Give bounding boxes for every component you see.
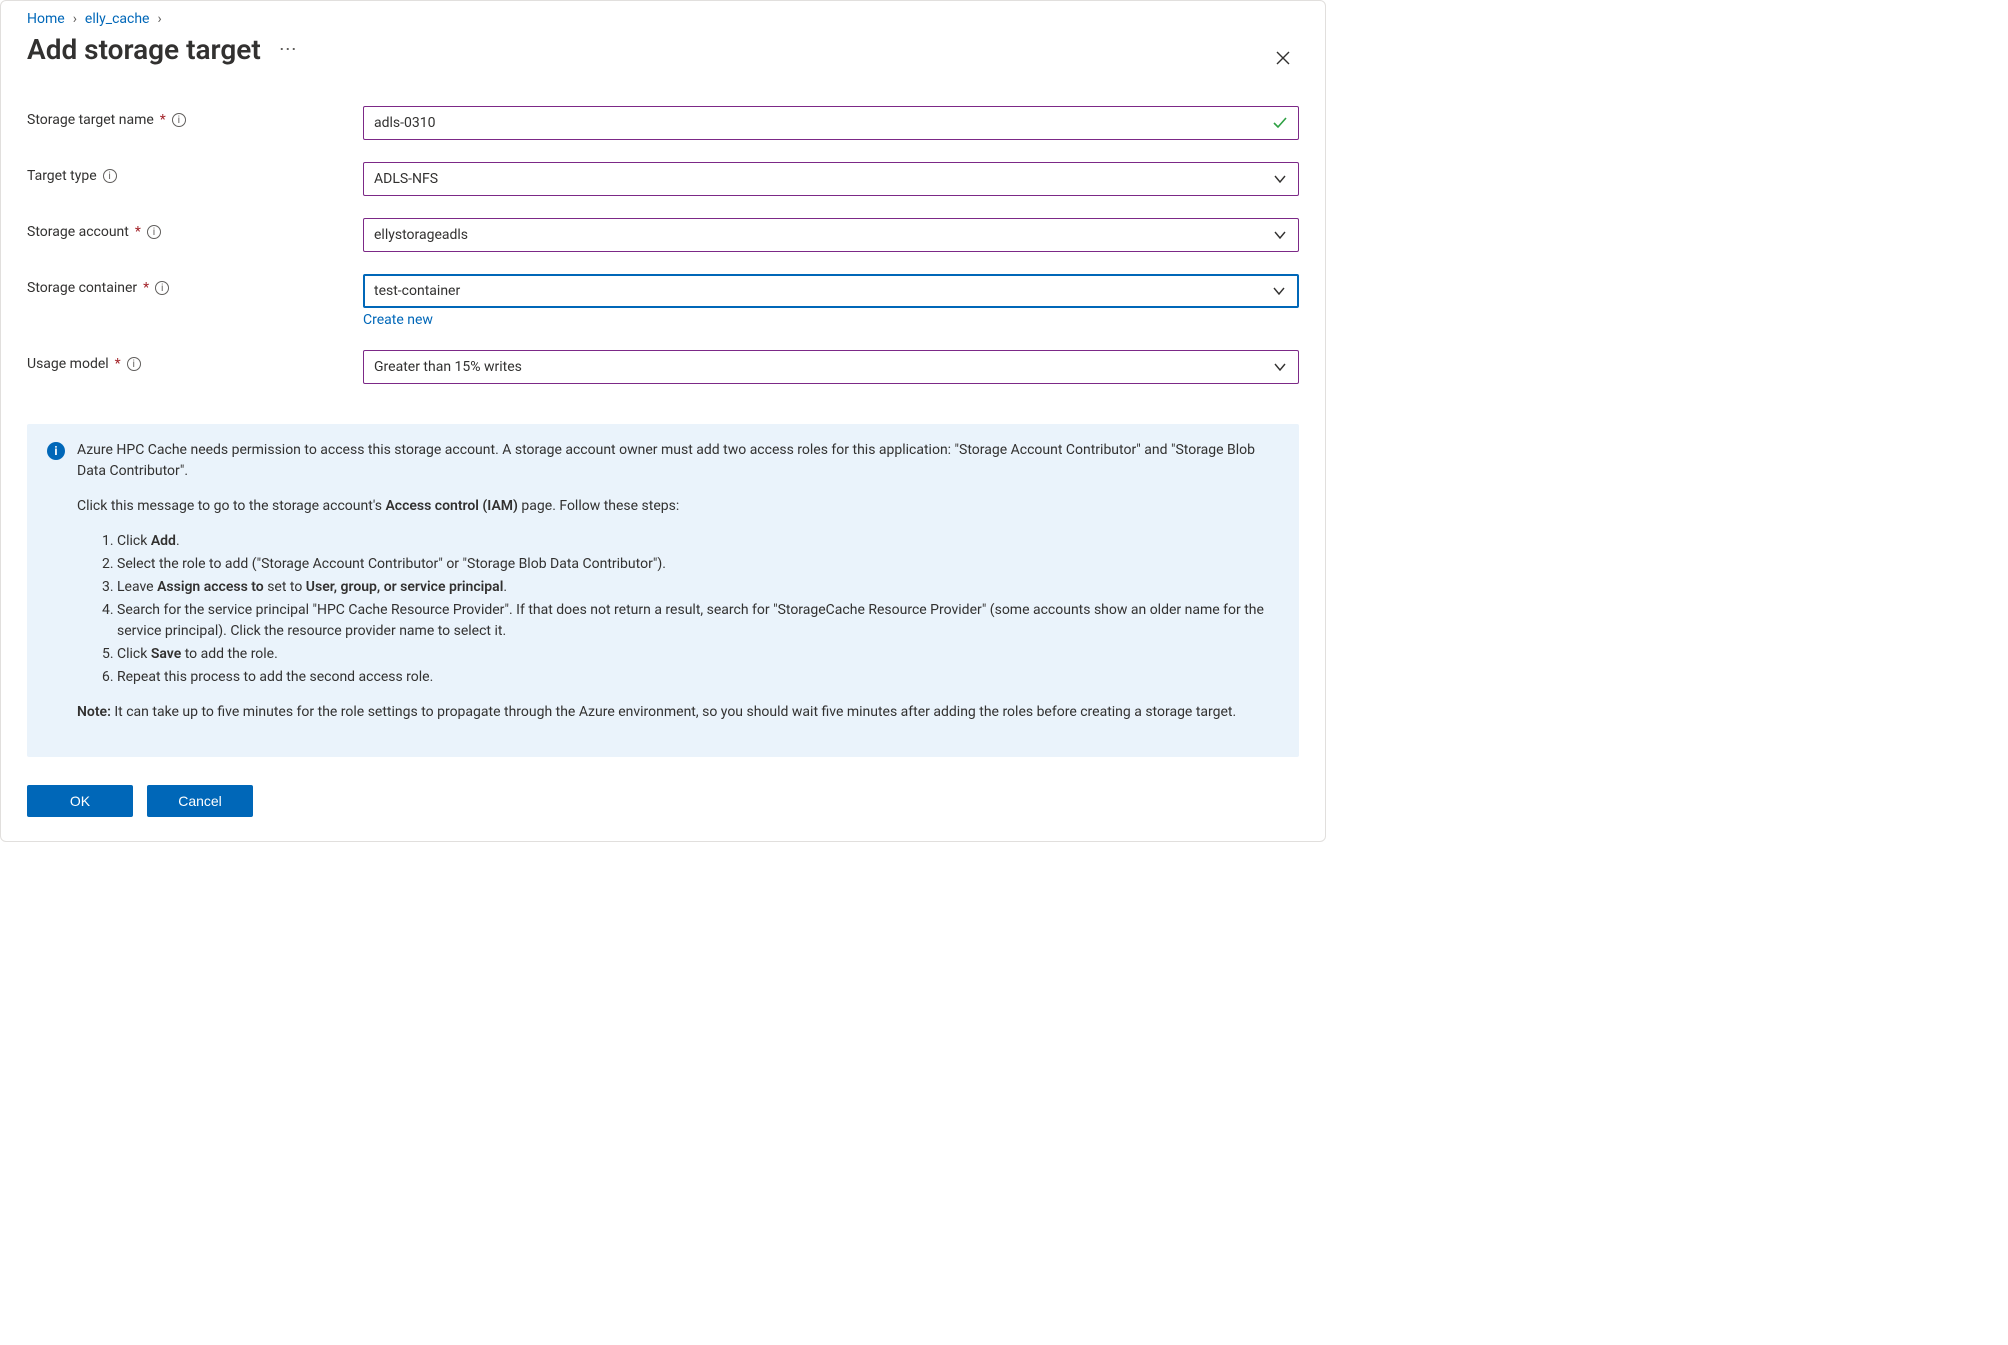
usage-model-select[interactable]: Greater than 15% writes <box>363 350 1299 384</box>
breadcrumb-home[interactable]: Home <box>27 11 65 27</box>
info-icon[interactable]: i <box>155 281 169 295</box>
close-icon <box>1275 50 1291 66</box>
info-intro: Azure HPC Cache needs permission to acce… <box>77 440 1279 482</box>
info-step: Leave Assign access to set to User, grou… <box>117 577 1279 598</box>
chevron-down-icon <box>1272 359 1288 375</box>
add-storage-target-panel: Home › elly_cache › Add storage target ⋯… <box>0 0 1326 842</box>
info-content: Azure HPC Cache needs permission to acce… <box>77 440 1279 737</box>
storage-target-name-label: Storage target name * i <box>27 106 363 128</box>
breadcrumb-cache[interactable]: elly_cache <box>85 11 150 27</box>
storage-account-label: Storage account * i <box>27 218 363 240</box>
create-new-container-link[interactable]: Create new <box>363 312 1299 328</box>
storage-account-select[interactable]: ellystorageadls <box>363 218 1299 252</box>
required-indicator: * <box>115 356 121 372</box>
check-icon <box>1272 115 1288 131</box>
close-button[interactable] <box>1267 45 1299 76</box>
chevron-right-icon: › <box>158 11 162 27</box>
chevron-right-icon: › <box>73 11 77 27</box>
storage-container-select[interactable]: test-container <box>363 274 1299 308</box>
info-step: Click Save to add the role. <box>117 644 1279 665</box>
required-indicator: * <box>160 112 166 128</box>
info-step: Repeat this process to add the second ac… <box>117 667 1279 688</box>
required-indicator: * <box>135 224 141 240</box>
target-type-select[interactable]: ADLS-NFS <box>363 162 1299 196</box>
info-icon: i <box>47 442 65 460</box>
cancel-button[interactable]: Cancel <box>147 785 253 817</box>
more-icon[interactable]: ⋯ <box>279 39 299 60</box>
info-click-instruction: Click this message to go to the storage … <box>77 496 1279 517</box>
info-icon[interactable]: i <box>147 225 161 239</box>
chevron-down-icon <box>1272 171 1288 187</box>
target-type-label: Target type i <box>27 162 363 184</box>
chevron-down-icon <box>1272 227 1288 243</box>
info-step: Click Add. <box>117 531 1279 552</box>
permission-info-box[interactable]: i Azure HPC Cache needs permission to ac… <box>27 424 1299 757</box>
info-icon[interactable]: i <box>127 357 141 371</box>
storage-target-name-input[interactable]: adls-0310 <box>363 106 1299 140</box>
page-title: Add storage target <box>27 33 261 66</box>
ok-button[interactable]: OK <box>27 785 133 817</box>
storage-container-label: Storage container * i <box>27 274 363 296</box>
required-indicator: * <box>143 280 149 296</box>
breadcrumb: Home › elly_cache › <box>27 11 1299 27</box>
footer-actions: OK Cancel <box>27 785 1299 817</box>
info-step: Select the role to add ("Storage Account… <box>117 554 1279 575</box>
info-steps: Click Add. Select the role to add ("Stor… <box>97 531 1279 688</box>
usage-model-label: Usage model * i <box>27 350 363 372</box>
info-icon[interactable]: i <box>172 113 186 127</box>
info-step: Search for the service principal "HPC Ca… <box>117 600 1279 642</box>
info-note: Note: It can take up to five minutes for… <box>77 702 1279 723</box>
chevron-down-icon <box>1271 283 1287 299</box>
info-icon[interactable]: i <box>103 169 117 183</box>
